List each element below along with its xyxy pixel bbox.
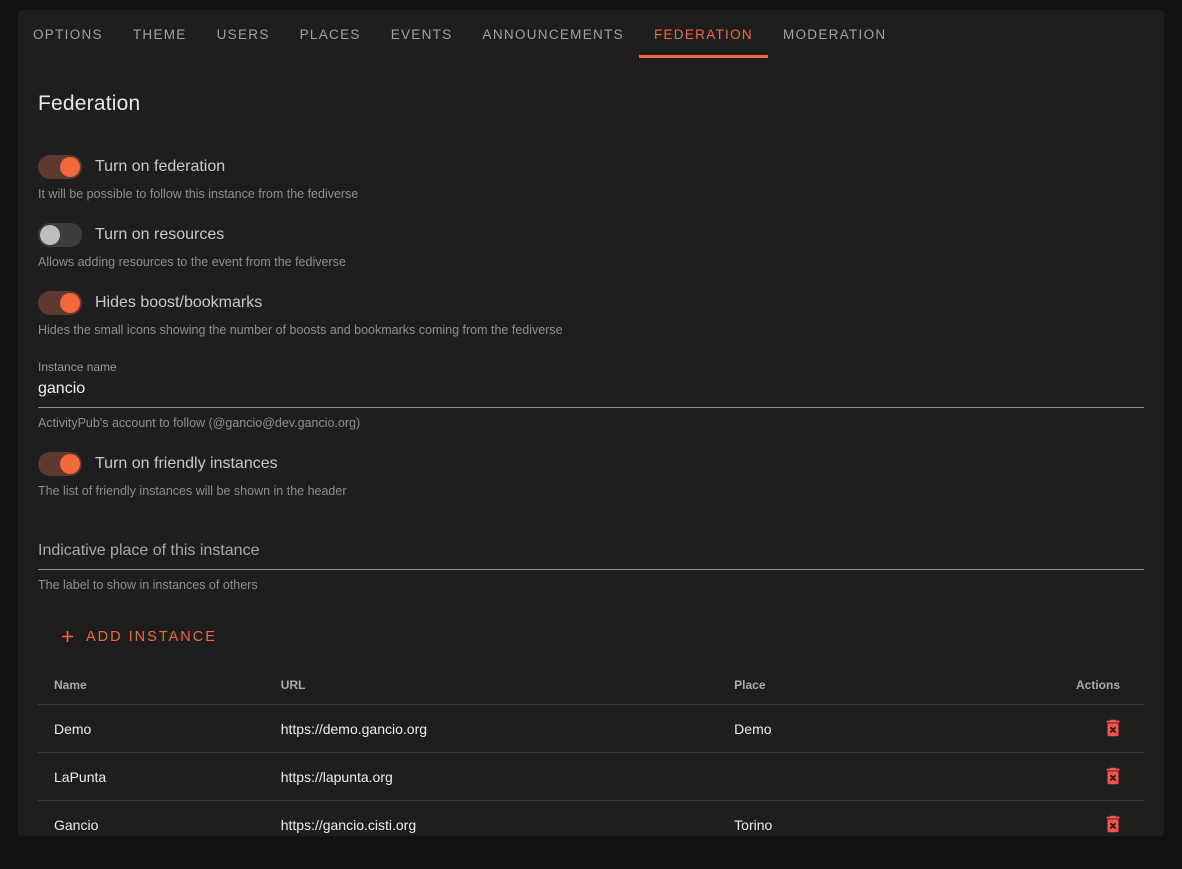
cell-actions: [1056, 705, 1145, 753]
toggle-row: Turn on federation: [38, 155, 1144, 179]
cell-url: https://demo.gancio.org: [265, 705, 718, 753]
cell-actions: [1056, 801, 1145, 849]
tab-places[interactable]: PLACES: [285, 10, 376, 58]
cell-url: https://gancio.cisti.org: [265, 801, 718, 849]
trash-delete-forever-icon: [1102, 717, 1124, 739]
instance-name-field-block: Instance name ActivityPub's account to f…: [38, 360, 1144, 430]
cell-place: Demo: [718, 705, 1055, 753]
hide-boosts-switch[interactable]: [38, 291, 82, 315]
setting-turn-on-resources: Turn on resources Allows adding resource…: [38, 223, 1144, 269]
federation-switch-hint: It will be possible to follow this insta…: [38, 187, 1144, 201]
page-title: Federation: [38, 92, 1144, 116]
instances-table-body: Demo https://demo.gancio.org Demo LaPunt…: [38, 705, 1144, 849]
cell-actions: [1056, 753, 1145, 801]
setting-turn-on-friendly-instances: Turn on friendly instances The list of f…: [38, 452, 1144, 498]
hide-boosts-switch-label[interactable]: Hides boost/bookmarks: [95, 294, 262, 312]
delete-instance-button[interactable]: [1100, 763, 1126, 789]
instance-name-hint: ActivityPub's account to follow (@gancio…: [38, 416, 1144, 430]
header-url: URL: [265, 664, 718, 705]
table-row: LaPunta https://lapunta.org: [38, 753, 1144, 801]
tab-label: MODERATION: [783, 27, 887, 42]
instance-place-input[interactable]: [38, 536, 1144, 570]
friendly-instances-switch-label[interactable]: Turn on friendly instances: [95, 455, 278, 473]
admin-tabs: OPTIONS THEME USERS PLACES EVENTS ANNOUN…: [18, 10, 1164, 58]
tab-theme[interactable]: THEME: [118, 10, 202, 58]
friendly-instances-switch[interactable]: [38, 452, 82, 476]
setting-turn-on-federation: Turn on federation It will be possible t…: [38, 155, 1144, 201]
toggle-row: Turn on friendly instances: [38, 452, 1144, 476]
header-actions: Actions: [1056, 664, 1145, 705]
tab-label: EVENTS: [391, 27, 453, 42]
plus-icon: [58, 627, 77, 646]
friendly-instances-switch-hint: The list of friendly instances will be s…: [38, 484, 1144, 498]
cell-place: [718, 753, 1055, 801]
tab-announcements[interactable]: ANNOUNCEMENTS: [468, 10, 639, 58]
switch-thumb: [60, 157, 80, 177]
federation-switch-label[interactable]: Turn on federation: [95, 158, 225, 176]
instance-name-label: Instance name: [38, 360, 1144, 374]
admin-page: { "page": { "title": "Federation" }, "co…: [0, 0, 1182, 850]
table-row: Demo https://demo.gancio.org Demo: [38, 705, 1144, 753]
federation-switch[interactable]: [38, 155, 82, 179]
instance-place-field-block: The label to show in instances of others: [38, 536, 1144, 592]
tab-label: FEDERATION: [654, 27, 753, 42]
switch-thumb: [40, 225, 60, 245]
instance-place-hint: The label to show in instances of others: [38, 578, 1144, 592]
toggle-row: Turn on resources: [38, 223, 1144, 247]
trash-delete-forever-icon: [1102, 813, 1124, 835]
tab-users[interactable]: USERS: [202, 10, 285, 58]
resources-switch-label[interactable]: Turn on resources: [95, 226, 224, 244]
tab-label: ANNOUNCEMENTS: [483, 27, 624, 42]
admin-card: OPTIONS THEME USERS PLACES EVENTS ANNOUN…: [18, 10, 1164, 836]
delete-instance-button[interactable]: [1100, 811, 1126, 837]
toggle-row: Hides boost/bookmarks: [38, 291, 1144, 315]
tab-moderation[interactable]: MODERATION: [768, 10, 902, 58]
switch-thumb: [60, 293, 80, 313]
tab-label: PLACES: [300, 27, 361, 42]
tab-label: THEME: [133, 27, 187, 42]
tab-options[interactable]: OPTIONS: [18, 10, 118, 58]
switch-thumb: [60, 454, 80, 474]
add-instance-button[interactable]: ADD INSTANCE: [50, 619, 225, 654]
hide-boosts-switch-hint: Hides the small icons showing the number…: [38, 323, 1144, 337]
table-row: Gancio https://gancio.cisti.org Torino: [38, 801, 1144, 849]
tab-federation[interactable]: FEDERATION: [639, 10, 768, 58]
tab-label: OPTIONS: [33, 27, 103, 42]
federation-panel: Federation Turn on federation It will be…: [18, 92, 1164, 869]
header-name: Name: [38, 664, 265, 705]
cell-name: Demo: [38, 705, 265, 753]
trash-delete-forever-icon: [1102, 765, 1124, 787]
setting-hides-boost-bookmarks: Hides boost/bookmarks Hides the small ic…: [38, 291, 1144, 337]
instances-table: Name URL Place Actions Demo https://demo…: [38, 664, 1144, 849]
cell-place: Torino: [718, 801, 1055, 849]
header-place: Place: [718, 664, 1055, 705]
cell-name: LaPunta: [38, 753, 265, 801]
table-header-row: Name URL Place Actions: [38, 664, 1144, 705]
tab-label: USERS: [217, 27, 270, 42]
cell-url: https://lapunta.org: [265, 753, 718, 801]
cell-name: Gancio: [38, 801, 265, 849]
resources-switch-hint: Allows adding resources to the event fro…: [38, 255, 1144, 269]
delete-instance-button[interactable]: [1100, 715, 1126, 741]
tab-events[interactable]: EVENTS: [376, 10, 468, 58]
instance-name-input[interactable]: [38, 374, 1144, 408]
resources-switch[interactable]: [38, 223, 82, 247]
add-instance-label: ADD INSTANCE: [86, 629, 217, 645]
